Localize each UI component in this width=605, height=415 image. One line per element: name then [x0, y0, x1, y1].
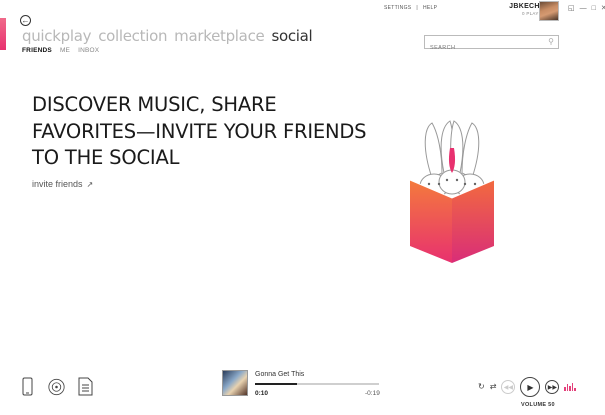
- previous-icon: ◀◀: [503, 384, 514, 391]
- equalizer-icon[interactable]: [564, 383, 576, 391]
- link-separator: |: [416, 5, 419, 11]
- next-icon: ▶▶: [547, 384, 558, 391]
- subnav-me[interactable]: ME: [60, 47, 70, 54]
- bottom-nav: [19, 376, 94, 397]
- back-button[interactable]: ←: [20, 15, 31, 26]
- window-controls: ◱ — □ ✕: [568, 5, 605, 12]
- elapsed-time: 0:10: [255, 390, 269, 397]
- external-link-icon: ↗: [86, 180, 94, 189]
- help-link[interactable]: HELP: [423, 5, 437, 11]
- play-count: 0 PLAYS: [521, 11, 542, 16]
- subnav-friends[interactable]: FRIENDS: [22, 47, 52, 54]
- accent-strip: [0, 18, 6, 50]
- social-bunnies-illustration: [409, 120, 495, 263]
- play-button[interactable]: ▶: [520, 377, 541, 397]
- repeat-icon[interactable]: ↻: [478, 382, 485, 392]
- progress-fill: [255, 383, 298, 385]
- user-info[interactable]: JBKECHI 0 PLAYS: [509, 3, 542, 16]
- remaining-time: -0:19: [365, 390, 380, 397]
- sub-nav: FRIENDS ME INBOX: [22, 47, 99, 54]
- username: JBKECHI: [509, 3, 542, 10]
- search-input[interactable]: [430, 42, 545, 54]
- pivot-nav: quickplay collection marketplace social: [22, 27, 313, 45]
- close-icon[interactable]: ✕: [601, 5, 605, 12]
- invite-friends-link[interactable]: invite friends ↗: [32, 179, 93, 189]
- playlist-icon[interactable]: [77, 376, 94, 397]
- pivot-quickplay[interactable]: quickplay: [22, 27, 91, 45]
- disc-icon[interactable]: [48, 376, 65, 397]
- pivot-social[interactable]: social: [271, 27, 312, 45]
- avatar[interactable]: [539, 1, 559, 21]
- playback-controls: ↻ ⇄ ◀◀ ▶ ▶▶: [478, 377, 576, 397]
- search-box: ⚲: [424, 35, 559, 54]
- play-icon: ▶: [527, 382, 534, 392]
- invite-friends-label: invite friends: [32, 179, 83, 189]
- search-icon[interactable]: ⚲: [548, 38, 554, 46]
- hero-headline: DISCOVER MUSIC, SHARE FAVORITES—INVITE Y…: [32, 93, 367, 169]
- track-title: Gonna Get This: [255, 371, 305, 378]
- back-arrow-icon: ←: [21, 16, 30, 25]
- subnav-inbox[interactable]: INBOX: [78, 47, 99, 54]
- album-art[interactable]: [222, 370, 248, 396]
- pivot-marketplace[interactable]: marketplace: [174, 27, 265, 45]
- top-links: SETTINGS | HELP: [384, 5, 437, 11]
- settings-link[interactable]: SETTINGS: [384, 5, 411, 11]
- minimize-icon[interactable]: —: [580, 5, 587, 12]
- maximize-icon[interactable]: □: [592, 5, 596, 12]
- compact-mode-icon[interactable]: ◱: [568, 5, 575, 12]
- next-button[interactable]: ▶▶: [545, 380, 560, 394]
- previous-button[interactable]: ◀◀: [501, 380, 516, 394]
- progress-bar[interactable]: [255, 383, 379, 385]
- shuffle-icon[interactable]: ⇄: [490, 382, 497, 392]
- pivot-collection[interactable]: collection: [98, 27, 167, 45]
- device-icon[interactable]: [19, 376, 36, 397]
- volume-label[interactable]: VOLUME 50: [521, 402, 555, 408]
